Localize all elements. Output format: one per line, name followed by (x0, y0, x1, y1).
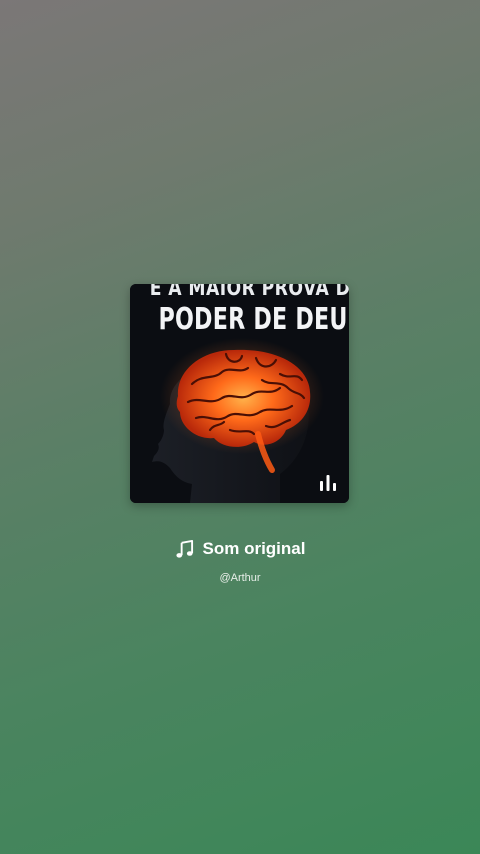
sound-title: Som original (202, 539, 306, 558)
sound-author[interactable]: @Arthur (0, 572, 480, 584)
sound-title-row[interactable]: Som original (0, 539, 480, 559)
music-note-icon (175, 539, 193, 558)
album-cover[interactable]: É A MAIOR PROVA DO PODER DE DEUS (130, 284, 349, 503)
cover-headline: PODER DE DEUS (158, 302, 349, 337)
cover-headline-top: É A MAIOR PROVA DO (149, 284, 349, 300)
audio-bars-icon (320, 475, 336, 491)
